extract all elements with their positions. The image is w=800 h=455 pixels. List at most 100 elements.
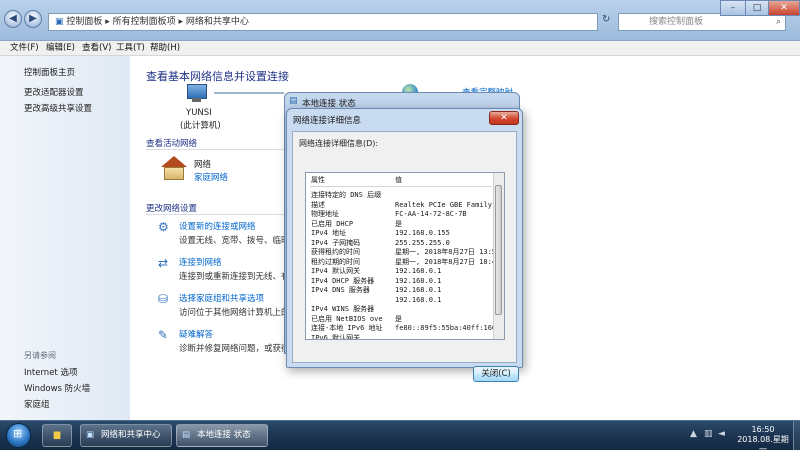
task-homegroup-sharing-link[interactable]: 选择家庭组和共享选项 xyxy=(179,292,264,304)
menu-tools[interactable]: 工具(T) xyxy=(116,41,145,55)
tray-clock[interactable]: 16:50 2018.08.星期一 xyxy=(735,425,791,455)
details-row[interactable]: IPv4 默认网关 192.168.0.1 xyxy=(311,266,504,276)
column-header-property[interactable]: 属性 xyxy=(311,175,395,185)
details-row[interactable]: 已启用 DHCP 是 xyxy=(311,219,504,229)
close-button[interactable]: 关闭(C) xyxy=(473,366,519,382)
close-window-button[interactable]: ✕ xyxy=(768,0,800,16)
show-desktop-button[interactable] xyxy=(793,421,800,450)
details-row-value: Realtek PCIe GBE Family Contro xyxy=(395,200,504,209)
details-row-property: 描述 xyxy=(311,200,325,209)
details-row-value: fe80::89f5:55ba:40ff:1608%11 xyxy=(395,324,505,332)
details-scrollbar[interactable] xyxy=(493,173,504,339)
details-row-property: IPv4 默认网关 xyxy=(311,267,361,275)
search-icon: ⌕ xyxy=(775,17,781,27)
home-network-icon xyxy=(160,156,188,182)
nav-control-panel-home[interactable]: 控制面板主页 xyxy=(24,66,75,78)
details-row-property: 已启用 DHCP xyxy=(311,219,354,228)
details-row-property: IPv4 WINS 服务器 xyxy=(311,305,375,313)
task-troubleshoot-link[interactable]: 疑难解答 xyxy=(179,328,213,340)
title-address-bar: ◀ ▶ ▣ 控制面板 ▸ 所有控制面板项 ▸ 网络和共享中心 ↻ 搜索控制面板 … xyxy=(0,0,800,41)
network-center-icon: ▣ xyxy=(86,430,95,440)
details-row-property: IPv4 DHCP 服务器 xyxy=(311,276,375,285)
details-row-value: 255.255.255.0 xyxy=(395,238,450,247)
menu-file[interactable]: 文件(F) xyxy=(10,41,39,55)
see-also-homegroup[interactable]: 家庭组 xyxy=(24,398,50,410)
details-row[interactable]: 连接特定的 DNS 后缀 xyxy=(311,190,504,200)
column-header-value[interactable]: 值 xyxy=(395,175,504,185)
network-details-dialog[interactable]: 网络连接详细信息 ✕ 网络连接详细信息(D): 属性 值 连接特定的 DNS 后… xyxy=(286,108,523,382)
details-row-property: 租约过期的时间 xyxy=(311,257,360,266)
nav-change-advanced-sharing[interactable]: 更改高级共享设置 xyxy=(24,102,92,114)
details-row[interactable]: 192.168.0.1 xyxy=(311,295,504,305)
see-also-windows-firewall[interactable]: Windows 防火墙 xyxy=(24,382,90,394)
details-row[interactable]: 获得租约的时间 星期一, 2018年8月27日 13:55:32 xyxy=(311,247,505,257)
start-button[interactable]: ⊞ xyxy=(6,423,31,448)
tray-network-icon[interactable]: ▥ xyxy=(704,429,713,439)
details-row[interactable]: 物理地址 FC-AA-14-72-8C-7B xyxy=(311,209,504,219)
dialog-close-x-button[interactable]: ✕ xyxy=(489,111,519,125)
see-also-title: 另请参阅 xyxy=(24,351,56,360)
details-row-value: 192.168.0.1 xyxy=(395,276,442,285)
taskbar-item-label: 本地连接 状态 xyxy=(197,430,251,440)
folder-icon: ▆ xyxy=(53,430,61,440)
details-row-value: 星期一, 2018年8月27日 13:55:32 xyxy=(395,248,505,256)
clock-date: 2018.08.星期一 xyxy=(737,435,789,454)
details-row[interactable]: IPv4 子网掩码 255.255.255.0 xyxy=(311,238,504,248)
breadcrumb-control-panel[interactable]: 控制面板 xyxy=(66,17,102,27)
nav-change-adapter-settings[interactable]: 更改适配器设置 xyxy=(24,86,84,98)
close-icon: ✕ xyxy=(500,113,508,123)
details-row-property: 获得租约的时间 xyxy=(311,248,360,256)
details-row[interactable]: IPv4 DNS 服务器 192.168.0.1 xyxy=(311,285,504,295)
details-row[interactable]: IPv4 WINS 服务器 xyxy=(311,304,504,314)
menu-edit[interactable]: 编辑(E) xyxy=(46,41,75,55)
taskbar-explorer-pin[interactable]: ▆ xyxy=(42,424,72,447)
minimize-button[interactable]: – xyxy=(720,0,746,16)
details-list-label: 网络连接详细信息(D): xyxy=(299,139,379,148)
tray-volume-icon[interactable]: ◄ xyxy=(718,429,725,439)
details-row[interactable]: IPv6 默认网关 xyxy=(311,333,504,340)
details-row[interactable]: 租约过期的时间 星期一, 2018年8月27日 18:43:06 xyxy=(311,257,505,267)
computer-icon xyxy=(184,84,210,104)
details-row[interactable]: IPv4 地址 192.168.0.155 xyxy=(311,228,504,238)
search-placeholder: 搜索控制面板 xyxy=(649,17,704,27)
maximize-button[interactable]: □ xyxy=(745,0,769,16)
network-adapter-icon: ▤ xyxy=(289,96,298,106)
dialog-body: 网络连接详细信息(D): 属性 值 连接特定的 DNS 后缀 描述 Realtek … xyxy=(292,131,519,382)
troubleshoot-icon: ✎ xyxy=(158,328,169,342)
details-row-property: IPv4 地址 xyxy=(311,229,347,237)
details-row-property: 连接-本地 IPv6 地址 xyxy=(311,324,383,332)
see-also-internet-options[interactable]: Internet 选项 xyxy=(24,366,77,378)
refresh-icon[interactable]: ↻ xyxy=(602,14,616,30)
active-networks-header: 查看活动网络 xyxy=(146,139,198,149)
back-button[interactable]: ◀ xyxy=(4,10,22,28)
details-row-value: 星期一, 2018年8月27日 18:43:06 xyxy=(395,257,505,266)
connect-network-icon: ⇄ xyxy=(158,256,169,270)
breadcrumb-network-center[interactable]: 网络和共享中心 xyxy=(186,17,249,27)
taskbar-item-network-center[interactable]: ▣ 网络和共享中心 xyxy=(80,424,172,447)
menu-view[interactable]: 查看(V) xyxy=(82,41,111,55)
details-row[interactable]: 连接-本地 IPv6 地址 fe80::89f5:55ba:40ff:1608%1… xyxy=(311,323,505,333)
details-row[interactable]: 描述 Realtek PCIe GBE Family Contro xyxy=(311,200,504,210)
details-row-property: IPv6 默认网关 xyxy=(311,333,361,340)
network-type-link[interactable]: 家庭网络 xyxy=(194,171,228,183)
scrollbar-thumb[interactable] xyxy=(495,185,502,315)
tray-expand-icon[interactable]: ▲ xyxy=(690,429,697,439)
details-row-value: 192.168.0.1 xyxy=(395,286,442,294)
task-connect-network-link[interactable]: 连接到网络 xyxy=(179,256,222,268)
details-row[interactable]: 已启用 NetBIOS ove 是 xyxy=(311,314,504,324)
address-bar[interactable]: ▣ 控制面板 ▸ 所有控制面板项 ▸ 网络和共享中心 xyxy=(48,13,598,31)
network-map-line xyxy=(214,92,284,94)
menu-help[interactable]: 帮助(H) xyxy=(150,41,180,55)
forward-button[interactable]: ▶ xyxy=(24,10,42,28)
taskbar-item-local-connection-status[interactable]: ▤ 本地连接 状态 xyxy=(176,424,268,447)
breadcrumb-all-items[interactable]: 所有控制面板项 xyxy=(113,17,176,27)
details-row[interactable]: IPv4 DHCP 服务器 192.168.0.1 xyxy=(311,276,504,286)
details-list[interactable]: 属性 值 连接特定的 DNS 后缀 描述 Realtek PCIe GBE Fami… xyxy=(305,172,505,340)
task-setup-connection-link[interactable]: 设置新的连接或网络 xyxy=(179,220,256,232)
section-divider xyxy=(146,149,284,150)
computer-name: YUNSI xyxy=(186,108,212,118)
left-navigation-pane: 控制面板主页 更改适配器设置 更改高级共享设置 另请参阅 Internet 选项… xyxy=(0,56,130,420)
details-row-property: IPv4 子网掩码 xyxy=(311,238,361,247)
task-homegroup-sharing-desc: 访问位于其他网络计算机上的文件和打印机，或更改共享设置。 xyxy=(179,308,284,318)
details-row-value: 是 xyxy=(395,314,402,323)
